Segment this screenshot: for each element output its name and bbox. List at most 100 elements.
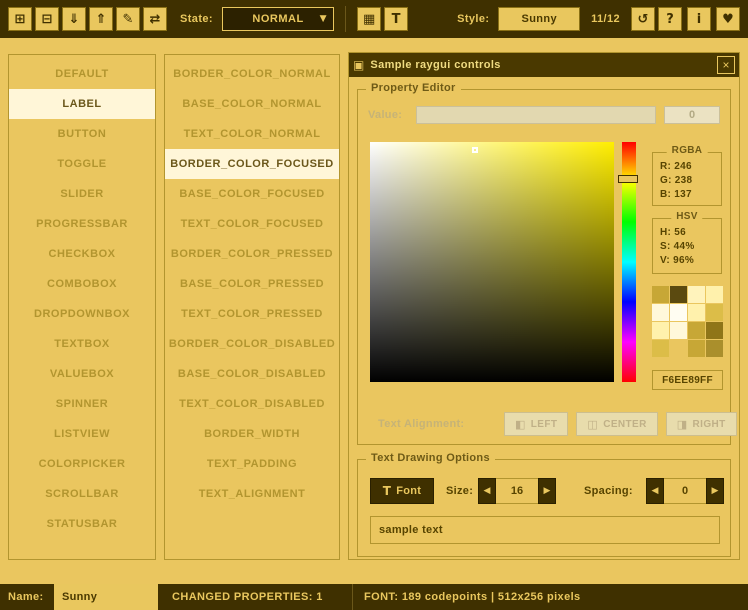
color-swatch[interactable] — [706, 322, 723, 339]
close-icon[interactable]: × — [717, 56, 735, 74]
color-swatch[interactable] — [670, 304, 687, 321]
color-swatch[interactable] — [670, 340, 687, 357]
control-item-checkbox[interactable]: CHECKBOX — [9, 239, 155, 269]
rgba-label: RGBA — [667, 145, 708, 156]
color-swatch[interactable] — [706, 340, 723, 357]
property-item-text-alignment[interactable]: TEXT_ALIGNMENT — [165, 479, 339, 509]
align-center-button[interactable]: ◫ CENTER — [576, 412, 657, 436]
control-item-listview[interactable]: LISTVIEW — [9, 419, 155, 449]
control-item-statusbar[interactable]: STATUSBAR — [9, 509, 155, 539]
control-item-label[interactable]: LABEL — [9, 89, 155, 119]
color-swatch[interactable] — [670, 322, 687, 339]
color-swatch[interactable] — [652, 322, 669, 339]
font-icon: T — [383, 484, 392, 498]
size-value[interactable]: 16 — [496, 478, 538, 504]
text-edit-button[interactable]: T — [384, 7, 408, 31]
text-alignment-label: Text Alignment: — [378, 418, 464, 430]
align-right-button[interactable]: ◨ RIGHT — [666, 412, 737, 436]
info-button[interactable]: i — [687, 7, 711, 31]
grid-toggle-button[interactable]: ▦ — [357, 7, 381, 31]
size-increase-button[interactable]: ▶ — [538, 478, 556, 504]
align-left-button[interactable]: ◧ LEFT — [504, 412, 568, 436]
control-item-scrollbar[interactable]: SCROLLBAR — [9, 479, 155, 509]
color-swatch[interactable] — [706, 286, 723, 303]
property-item-border-color-focused[interactable]: BORDER_COLOR_FOCUSED — [165, 149, 339, 179]
sample-text-input[interactable]: sample text — [370, 516, 720, 544]
color-swatch[interactable] — [670, 286, 687, 303]
control-item-dropdownbox[interactable]: DROPDOWNBOX — [9, 299, 155, 329]
state-label: State: — [180, 13, 213, 25]
control-item-valuebox[interactable]: VALUEBOX — [9, 359, 155, 389]
style-reload-button[interactable]: ↺ — [631, 7, 655, 31]
property-item-text-color-normal[interactable]: TEXT_COLOR_NORMAL — [165, 119, 339, 149]
control-item-textbox[interactable]: TEXTBOX — [9, 329, 155, 359]
font-load-button[interactable]: T Font — [370, 478, 434, 504]
alignment-button-label: RIGHT — [693, 419, 726, 430]
property-item-text-color-focused[interactable]: TEXT_COLOR_FOCUSED — [165, 209, 339, 239]
property-item-base-color-pressed[interactable]: BASE_COLOR_PRESSED — [165, 269, 339, 299]
style-random-button[interactable]: ⇄ — [143, 7, 167, 31]
size-decrease-button[interactable]: ◀ — [478, 478, 496, 504]
property-item-text-color-pressed[interactable]: TEXT_COLOR_PRESSED — [165, 299, 339, 329]
file-new-button[interactable]: ⊞ — [8, 7, 32, 31]
hue-bar-cursor[interactable] — [618, 175, 638, 183]
property-item-border-color-pressed[interactable]: BORDER_COLOR_PRESSED — [165, 239, 339, 269]
color-swatch[interactable] — [688, 340, 705, 357]
top-toolbar: ⊞⊟⇓⇑✎⇄ State: NORMAL ▼ ▦ T Style: Sunny … — [0, 0, 748, 38]
property-item-base-color-disabled[interactable]: BASE_COLOR_DISABLED — [165, 359, 339, 389]
color-swatch[interactable] — [652, 340, 669, 357]
value-box[interactable]: 0 — [664, 106, 720, 124]
help-button[interactable]: ? — [658, 7, 682, 31]
style-edit-button[interactable]: ✎ — [116, 7, 140, 31]
control-item-colorpicker[interactable]: COLORPICKER — [9, 449, 155, 479]
spacing-value[interactable]: 0 — [664, 478, 706, 504]
color-swatch[interactable] — [688, 304, 705, 321]
font-info-status: FONT: 189 codepoints | 512x256 pixels — [364, 584, 581, 610]
color-swatch-grid — [652, 286, 723, 357]
rgba-red-value: R: 246 — [660, 160, 721, 174]
file-export-button[interactable]: ⇑ — [89, 7, 113, 31]
property-item-base-color-normal[interactable]: BASE_COLOR_NORMAL — [165, 89, 339, 119]
sample-window: ▣ Sample raygui controls × Property Edit… — [348, 52, 740, 560]
controls-list-panel: DEFAULTLABELBUTTONTOGGLESLIDERPROGRESSBA… — [8, 54, 156, 560]
color-panel-cursor[interactable] — [472, 147, 478, 153]
control-item-toggle[interactable]: TOGGLE — [9, 149, 155, 179]
value-label: Value: — [368, 109, 402, 121]
color-panel[interactable] — [370, 142, 614, 382]
sponsor-heart-button[interactable]: ♥ — [716, 7, 740, 31]
size-spinner: ◀ 16 ▶ — [478, 478, 556, 504]
style-name-button[interactable]: Sunny — [498, 7, 580, 31]
control-item-button[interactable]: BUTTON — [9, 119, 155, 149]
file-open-button[interactable]: ⊟ — [35, 7, 59, 31]
state-dropdown[interactable]: NORMAL ▼ — [222, 7, 334, 31]
file-save-button[interactable]: ⇓ — [62, 7, 86, 31]
hue-bar[interactable] — [622, 142, 636, 382]
control-item-spinner[interactable]: SPINNER — [9, 389, 155, 419]
color-swatch[interactable] — [688, 286, 705, 303]
hex-color-input[interactable]: F6EE89FF — [652, 370, 723, 390]
control-item-slider[interactable]: SLIDER — [9, 179, 155, 209]
property-item-text-color-disabled[interactable]: TEXT_COLOR_DISABLED — [165, 389, 339, 419]
spacing-decrease-button[interactable]: ◀ — [646, 478, 664, 504]
font-button-label: Font — [396, 485, 421, 497]
color-swatch[interactable] — [652, 304, 669, 321]
text-drawing-options-group: Text Drawing Options T Font Size: ◀ 16 ▶… — [357, 459, 731, 557]
property-item-border-color-disabled[interactable]: BORDER_COLOR_DISABLED — [165, 329, 339, 359]
value-slider[interactable] — [416, 106, 656, 124]
property-item-border-color-normal[interactable]: BORDER_COLOR_NORMAL — [165, 59, 339, 89]
control-item-progressbar[interactable]: PROGRESSBAR — [9, 209, 155, 239]
name-label: Name: — [8, 584, 44, 610]
color-swatch[interactable] — [688, 322, 705, 339]
hsv-hue-value: H: 56 — [660, 226, 721, 240]
property-item-border-width[interactable]: BORDER_WIDTH — [165, 419, 339, 449]
color-swatch[interactable] — [706, 304, 723, 321]
property-item-base-color-focused[interactable]: BASE_COLOR_FOCUSED — [165, 179, 339, 209]
control-item-combobox[interactable]: COMBOBOX — [9, 269, 155, 299]
sample-window-titlebar[interactable]: ▣ Sample raygui controls × — [349, 53, 739, 77]
color-swatch[interactable] — [652, 286, 669, 303]
property-item-text-padding[interactable]: TEXT_PADDING — [165, 449, 339, 479]
control-item-default[interactable]: DEFAULT — [9, 59, 155, 89]
spacing-increase-button[interactable]: ▶ — [706, 478, 724, 504]
style-name-input[interactable]: Sunny — [54, 584, 158, 610]
alignment-icon: ◧ — [515, 418, 526, 431]
